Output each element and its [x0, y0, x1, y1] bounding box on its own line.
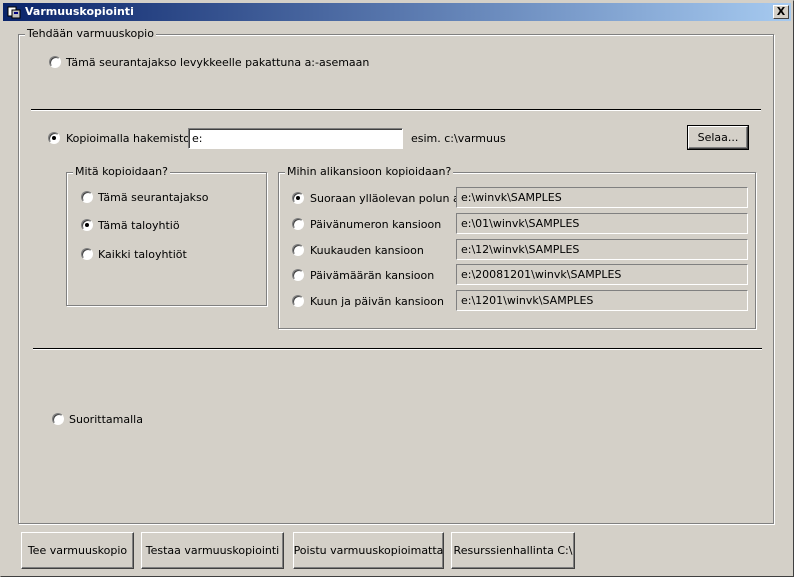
radio-sub-direct-label[interactable]: Suoraan ylläolevan polun alle — [310, 192, 473, 205]
radio-run[interactable] — [52, 413, 64, 425]
radio-what-period-label[interactable]: Tämä seurantajakso — [98, 191, 209, 204]
title-bar: Varmuuskopiointi X — [3, 3, 791, 21]
path-direct-value: e:\winvk\SAMPLES — [461, 191, 562, 204]
explorer-button[interactable]: Resurssienhallinta C:\ — [451, 532, 575, 569]
path-date: e:\20081201\winvk\SAMPLES — [456, 264, 748, 285]
exit-without-backup-label: Poistu varmuuskopioimatta — [293, 544, 444, 557]
explorer-label: Resurssienhallinta C:\ — [453, 544, 573, 557]
divider-top — [31, 109, 761, 111]
backup-group-label: Tehdään varmuuskopio — [25, 27, 156, 40]
path-daynumber-value: e:\01\winvk\SAMPLES — [461, 217, 580, 230]
radio-run-label[interactable]: Suorittamalla — [69, 413, 143, 426]
radio-what-all[interactable] — [81, 248, 93, 260]
path-month: e:\12\winvk\SAMPLES — [456, 239, 748, 260]
directory-input-value: e: — [192, 132, 203, 145]
close-icon: X — [776, 5, 786, 18]
radio-sub-direct[interactable] — [292, 192, 304, 204]
backup-window: Varmuuskopiointi X Tehdään varmuuskopio … — [0, 0, 794, 577]
path-monthday: e:\1201\winvk\SAMPLES — [456, 290, 748, 311]
radio-what-company[interactable] — [81, 219, 93, 231]
path-month-value: e:\12\winvk\SAMPLES — [461, 243, 580, 256]
radio-sub-monthday-label[interactable]: Kuun ja päivän kansioon — [310, 295, 444, 308]
test-backup-label: Testaa varmuuskopiointi — [145, 544, 280, 557]
directory-example: esim. c:\varmuus — [411, 132, 506, 145]
exit-without-backup-button[interactable]: Poistu varmuuskopioimatta — [293, 532, 444, 569]
path-date-value: e:\20081201\winvk\SAMPLES — [461, 268, 622, 281]
path-daynumber: e:\01\winvk\SAMPLES — [456, 213, 748, 234]
radio-sub-daynumber[interactable] — [292, 218, 304, 230]
path-direct: e:\winvk\SAMPLES — [456, 187, 748, 208]
app-icon — [7, 5, 21, 19]
make-backup-button[interactable]: Tee varmuuskopio — [21, 532, 134, 569]
what-group-label: Mitä kopioidaan? — [73, 165, 170, 178]
radio-floppy[interactable] — [49, 56, 61, 68]
browse-button-label: Selaa... — [697, 131, 739, 144]
directory-input[interactable]: e: — [188, 128, 403, 149]
make-backup-label: Tee varmuuskopio — [27, 544, 128, 557]
radio-what-all-label[interactable]: Kaikki taloyhtiöt — [98, 248, 187, 261]
path-monthday-value: e:\1201\winvk\SAMPLES — [461, 294, 594, 307]
radio-sub-date[interactable] — [292, 269, 304, 281]
window-title: Varmuuskopiointi — [25, 5, 134, 18]
radio-sub-monthday[interactable] — [292, 295, 304, 307]
radio-what-period[interactable] — [81, 191, 93, 203]
radio-what-company-label[interactable]: Tämä taloyhtiö — [98, 219, 180, 232]
radio-sub-month-label[interactable]: Kuukauden kansioon — [310, 244, 424, 257]
radio-sub-daynumber-label[interactable]: Päivänumeron kansioon — [310, 218, 441, 231]
radio-directory[interactable] — [48, 132, 60, 144]
radio-floppy-label[interactable]: Tämä seurantajakso levykkeelle pakattuna… — [66, 56, 369, 69]
test-backup-button[interactable]: Testaa varmuuskopiointi — [141, 532, 284, 569]
divider-bottom — [33, 348, 762, 350]
close-button[interactable]: X — [773, 5, 789, 19]
radio-sub-month[interactable] — [292, 244, 304, 256]
browse-button[interactable]: Selaa... — [687, 125, 749, 150]
radio-sub-date-label[interactable]: Päivämäärän kansioon — [310, 269, 434, 282]
radio-directory-label[interactable]: Kopioimalla hakemistoon — [66, 132, 204, 145]
subfolder-group-label: Mihin alikansioon kopioidaan? — [285, 165, 454, 178]
